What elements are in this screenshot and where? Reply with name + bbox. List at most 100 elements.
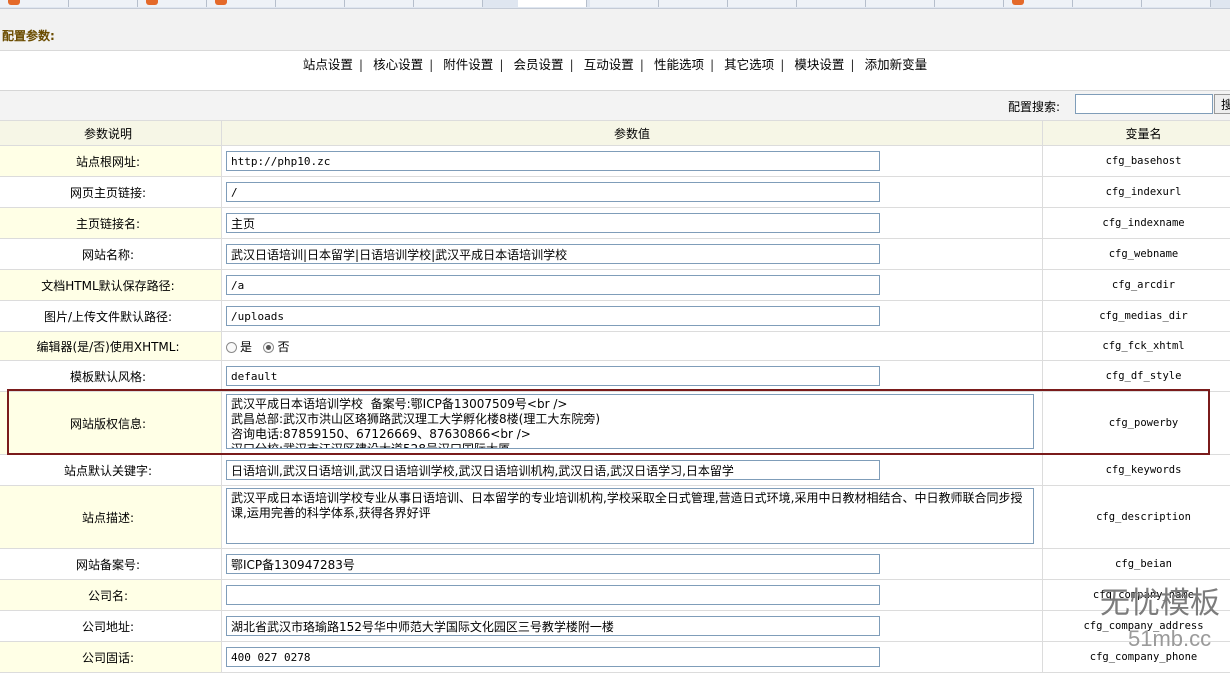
var-name: cfg_keywords [1043,455,1230,486]
var-name: cfg_medias_dir [1043,301,1230,332]
watermark-url: 51mb.cc [1128,626,1211,652]
browser-tab[interactable] [590,0,659,7]
page-title: 配置参数: [2,27,55,44]
browser-tab[interactable] [276,0,345,7]
nav-module-settings[interactable]: 模块设置 [790,57,848,72]
nav-performance-options[interactable]: 性能选项 [650,57,708,72]
browser-tab[interactable] [659,0,728,7]
header-param-desc: 参数说明 [0,121,222,146]
browser-tab[interactable] [138,0,207,7]
medias-dir-input[interactable] [226,306,880,326]
browser-tab[interactable] [1142,0,1211,7]
webname-input[interactable] [226,244,880,264]
row-label: 网站版权信息: [0,392,222,455]
row-label: 编辑器(是/否)使用XHTML: [0,332,222,361]
table-row: 网站名称: cfg_webname [0,239,1230,270]
arcdir-input[interactable] [226,275,880,295]
browser-tab[interactable] [935,0,1004,7]
table-row: 编辑器(是/否)使用XHTML: 是 否 cfg_fck_xhtml [0,332,1230,361]
search-button[interactable]: 搜 [1214,94,1230,114]
basehost-input[interactable] [226,151,880,171]
row-label: 公司固话: [0,642,222,673]
radio-label-no: 否 [277,340,289,354]
nav-core-settings[interactable]: 核心设置 [369,57,427,72]
nav-interaction-settings[interactable]: 互动设置 [580,57,638,72]
var-name: cfg_beian [1043,549,1230,580]
nav-other-options[interactable]: 其它选项 [720,57,778,72]
var-name: cfg_arcdir [1043,270,1230,301]
xhtml-yes-radio[interactable] [226,342,237,353]
browser-tab-strip [0,0,1230,9]
tab-icon [1012,0,1024,5]
search-input[interactable] [1075,94,1213,114]
row-label: 图片/上传文件默认路径: [0,301,222,332]
config-table: 参数说明 参数值 变量名 站点根网址: cfg_basehost 网页主页链接:… [0,120,1230,673]
var-name: cfg_df_style [1043,361,1230,392]
row-label: 模板默认风格: [0,361,222,392]
browser-tab-active[interactable] [518,0,587,7]
company-address-input[interactable] [226,616,880,636]
company-name-input[interactable] [226,585,880,605]
row-label: 网站备案号: [0,549,222,580]
var-name: cfg_description [1043,486,1230,549]
tab-icon [146,0,158,5]
table-header-row: 参数说明 参数值 变量名 [0,121,1230,146]
watermark-text: 无忧模板 [1100,578,1220,622]
df-style-input[interactable] [226,366,880,386]
keywords-input[interactable] [226,460,880,480]
indexurl-input[interactable] [226,182,880,202]
xhtml-no-radio[interactable] [263,342,274,353]
table-row: 公司地址: cfg_company_address [0,611,1230,642]
company-phone-input[interactable] [226,647,880,667]
browser-tab[interactable] [797,0,866,7]
config-title-bar: 配置参数: [0,9,1230,51]
nav-site-settings[interactable]: 站点设置 [299,57,357,72]
table-row: 网页主页链接: cfg_indexurl [0,177,1230,208]
header-var-name: 变量名 [1043,121,1230,146]
row-label: 网页主页链接: [0,177,222,208]
tab-icon [8,0,20,5]
browser-tab[interactable] [866,0,935,7]
table-row: 站点描述: 武汉平成日本语培训学校专业从事日语培训、日本留学的专业培训机构,学校… [0,486,1230,549]
var-name: cfg_webname [1043,239,1230,270]
row-label: 站点根网址: [0,146,222,177]
browser-tab[interactable] [414,0,483,7]
row-label: 公司名: [0,580,222,611]
table-row: 站点根网址: cfg_basehost [0,146,1230,177]
table-row: 公司固话: cfg_company_phone [0,642,1230,673]
row-label: 网站名称: [0,239,222,270]
radio-label-yes: 是 [240,340,252,354]
table-row: 主页链接名: cfg_indexname [0,208,1230,239]
browser-tab[interactable] [728,0,797,7]
nav-attachment-settings[interactable]: 附件设置 [439,57,497,72]
row-label: 公司地址: [0,611,222,642]
row-label: 文档HTML默认保存路径: [0,270,222,301]
browser-tab[interactable] [1004,0,1073,7]
row-label: 站点默认关键字: [0,455,222,486]
browser-tab[interactable] [0,0,69,7]
browser-tab[interactable] [207,0,276,7]
description-textarea[interactable]: 武汉平成日本语培训学校专业从事日语培训、日本留学的专业培训机构,学校采取全日式管… [226,488,1034,544]
beian-input[interactable] [226,554,880,574]
nav-member-settings[interactable]: 会员设置 [510,57,568,72]
var-name: cfg_basehost [1043,146,1230,177]
browser-tab[interactable] [1073,0,1142,7]
browser-tab[interactable] [345,0,414,7]
table-row: 网站版权信息: 武汉平成日本语培训学校 备案号:鄂ICP备13007509号<b… [0,392,1230,455]
search-label: 配置搜索: [1008,98,1060,115]
config-search-bar: 配置搜索: 搜 [0,90,1230,120]
tab-icon [215,0,227,5]
indexname-input[interactable] [226,213,880,233]
table-row: 站点默认关键字: cfg_keywords [0,455,1230,486]
row-label: 主页链接名: [0,208,222,239]
table-row: 模板默认风格: cfg_df_style [0,361,1230,392]
var-name: cfg_indexurl [1043,177,1230,208]
table-row: 公司名: cfg_company_name [0,580,1230,611]
browser-tab[interactable] [69,0,138,7]
var-name: cfg_fck_xhtml [1043,332,1230,361]
header-param-value: 参数值 [222,121,1043,146]
table-row: 图片/上传文件默认路径: cfg_medias_dir [0,301,1230,332]
var-name: cfg_powerby [1043,392,1230,455]
nav-add-variable[interactable]: 添加新变量 [861,57,932,72]
powerby-textarea[interactable]: 武汉平成日本语培训学校 备案号:鄂ICP备13007509号<br /> 武昌总… [226,394,1034,449]
